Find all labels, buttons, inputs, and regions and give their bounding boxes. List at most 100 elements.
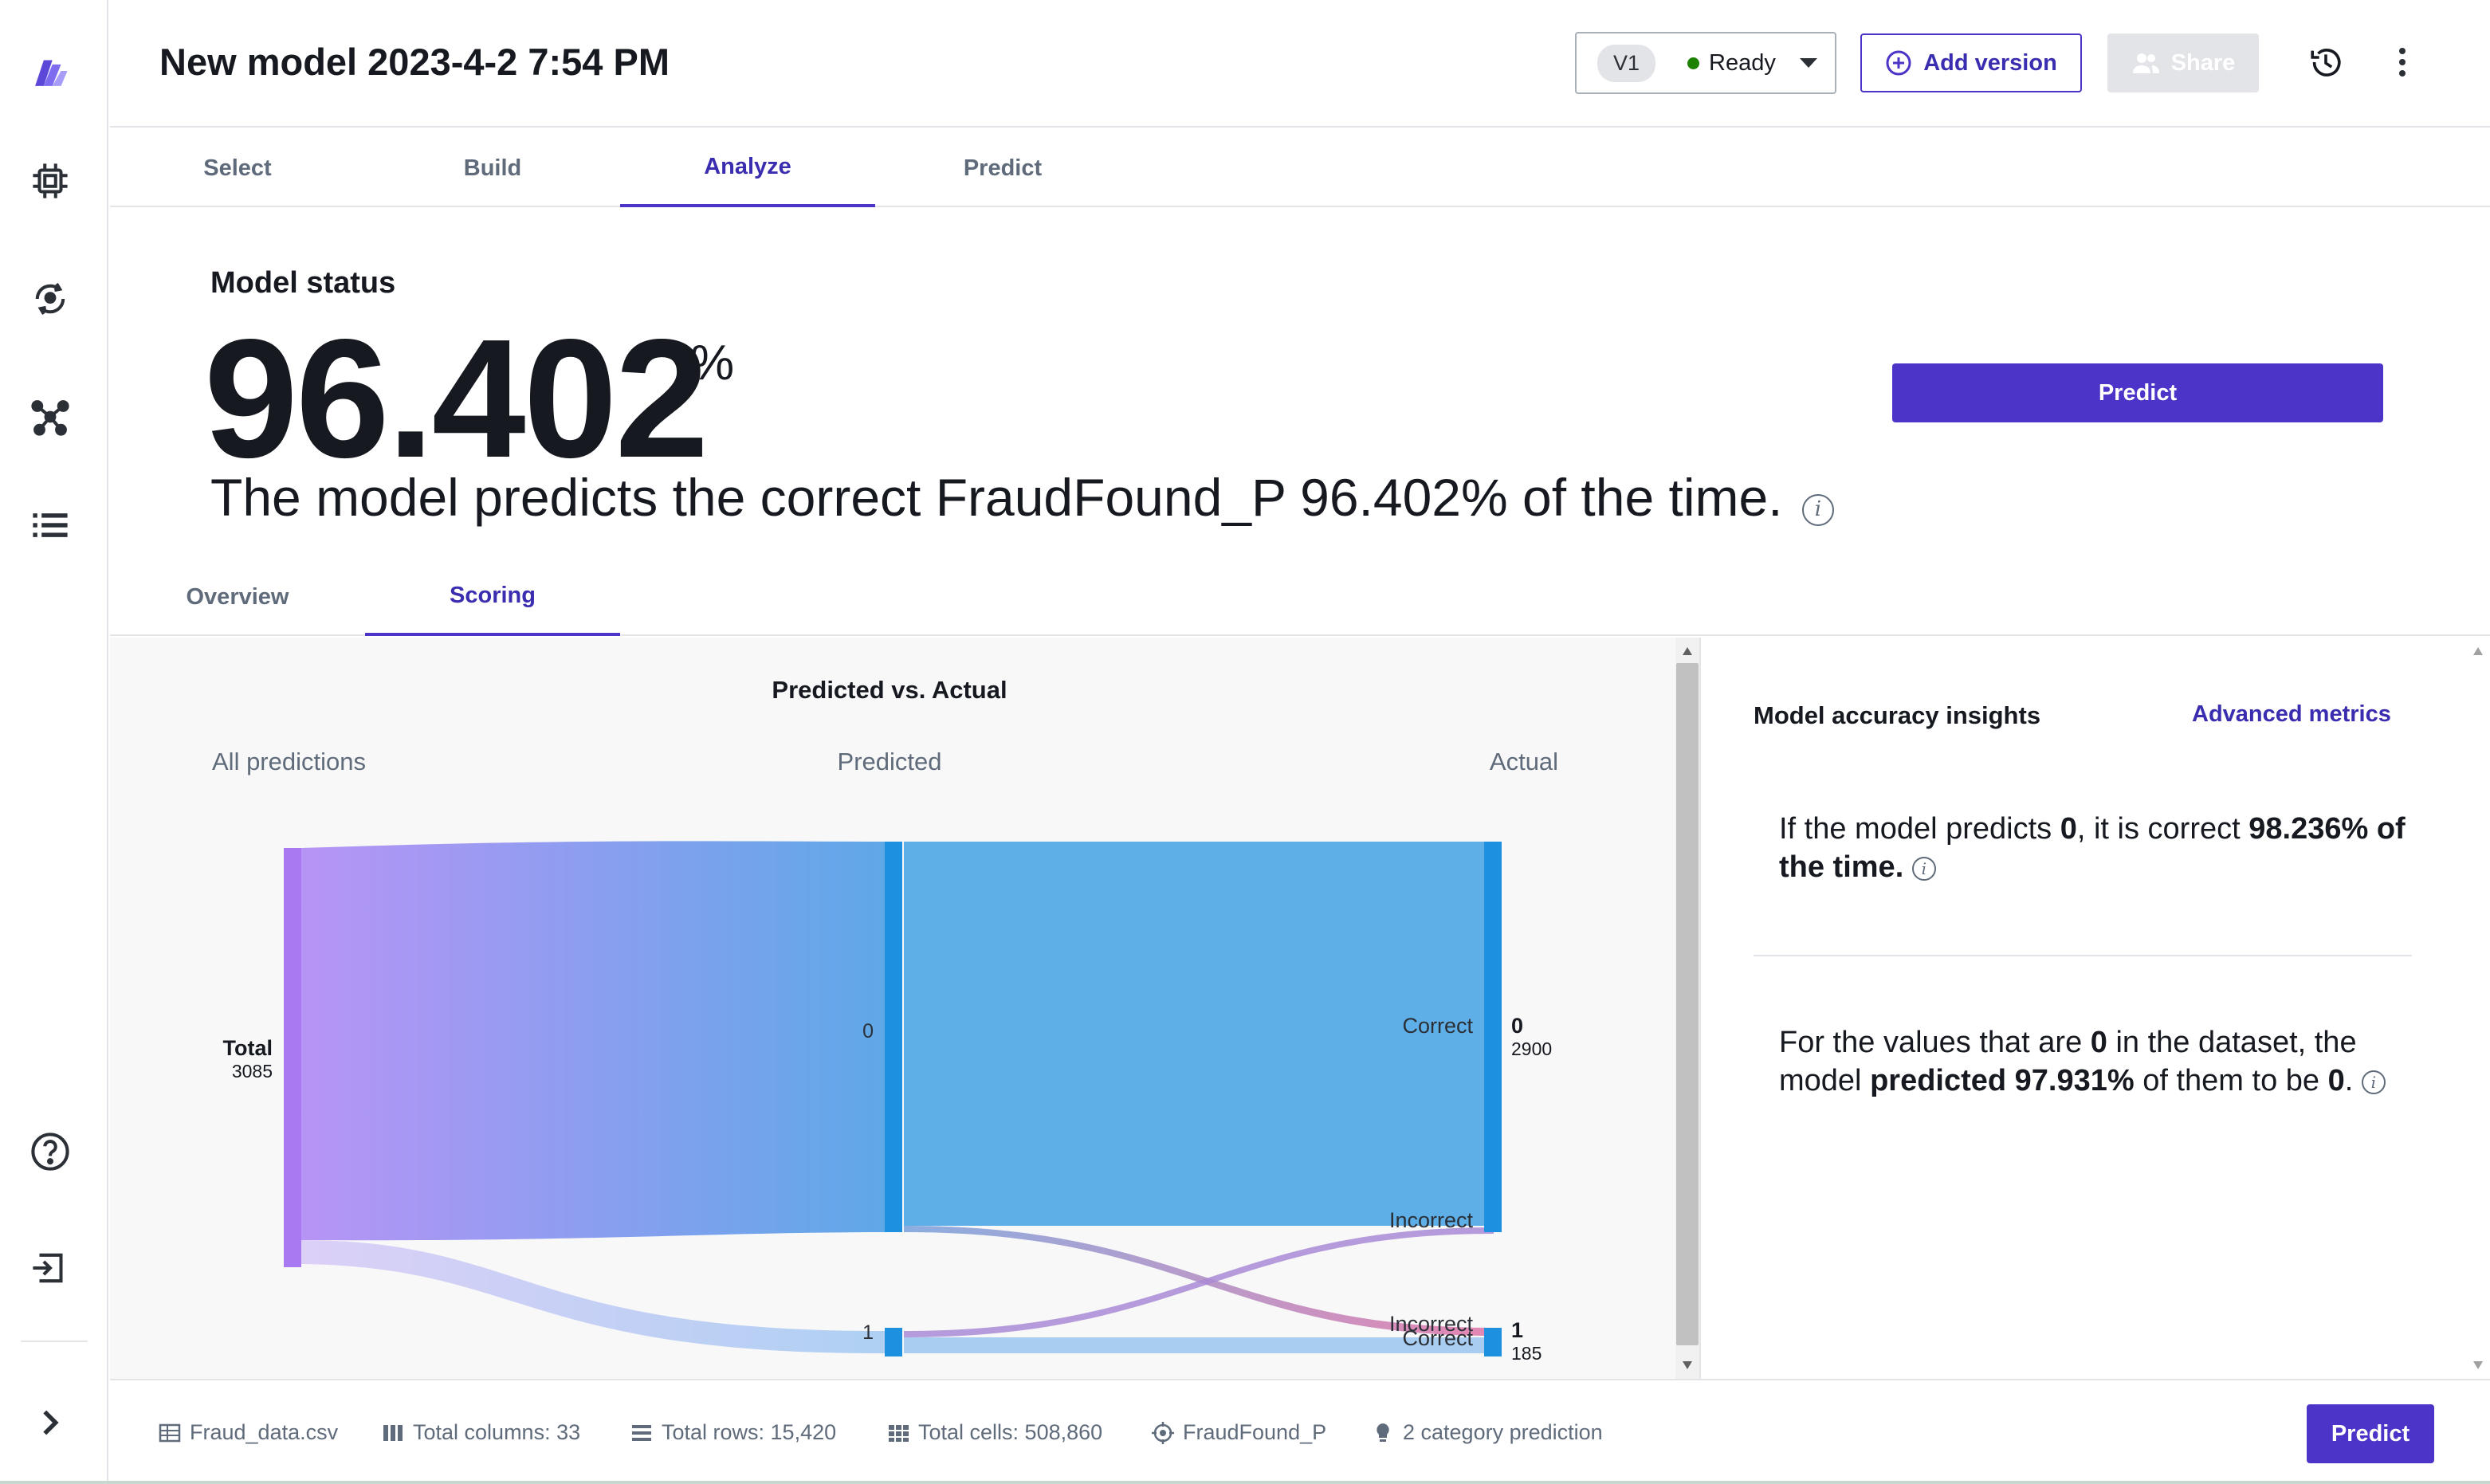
flow-label-correct-0: Correct (1402, 1014, 1473, 1038)
predict-button[interactable]: Predict (1892, 363, 2383, 422)
flow-label-incorrect-0: Incorrect (1389, 1208, 1474, 1232)
flow-label-correct-1: Correct (1402, 1326, 1473, 1350)
footer-rows-label: Total rows: 15,420 (662, 1420, 837, 1444)
scroll-arrows-icon (2473, 647, 2483, 1369)
flow-total-to-1 (301, 1240, 890, 1354)
accuracy-sentence: The model predicts the correct FraudFoun… (210, 467, 1834, 528)
node-actual-1-label: 1 (1511, 1318, 1523, 1342)
node-predicted-0 (885, 842, 902, 1232)
column-header-predicted: Predicted (838, 748, 942, 775)
page-title: New model 2023-4-2 7:54 PM (159, 41, 670, 83)
chip-icon[interactable] (22, 153, 78, 209)
more-vertical-icon[interactable] (2380, 40, 2425, 84)
footer-file-label: Fraud_data.csv (190, 1420, 339, 1444)
sign-out-icon[interactable] (22, 1240, 78, 1296)
chart-scrollbar-thumb[interactable] (1676, 663, 1699, 1345)
footer-file: Fraud_data.csv (158, 1420, 338, 1445)
info-icon[interactable]: i (1801, 494, 1834, 526)
refresh-pin-icon[interactable] (22, 271, 78, 327)
sub-tabs: Overview Scoring (110, 558, 2490, 636)
footer-predict-button[interactable]: Predict (2307, 1404, 2434, 1463)
column-header-actual: Actual (1490, 748, 1558, 775)
sankey-chart: Predicted vs. Actual All predictions Pre… (212, 676, 1558, 1364)
insight2-text-4: . (2344, 1064, 2354, 1097)
node-total-value: 3085 (232, 1061, 273, 1082)
node-actual-0-label: 0 (1511, 1014, 1523, 1038)
chart-title: Predicted vs. Actual (772, 676, 1007, 704)
grid-icon (889, 1424, 909, 1442)
insight2-bold-2: predicted 97.931% (1870, 1064, 2135, 1097)
node-predicted-1 (885, 1328, 902, 1356)
footer-columns: Total columns: 33 (381, 1420, 580, 1445)
header: New model 2023-4-2 7:54 PM V1 Ready Add … (110, 0, 2490, 128)
list-icon[interactable] (22, 497, 78, 553)
node-total-label: Total (223, 1036, 273, 1060)
node-actual-0 (1484, 842, 1502, 1232)
insight-recall: For the values that are 0 in the dataset… (1779, 1023, 2417, 1100)
tab-select[interactable]: Select (110, 129, 365, 207)
caret-down-icon (1799, 58, 1817, 68)
footer-rows: Total rows: 15,420 (630, 1420, 836, 1445)
tab-overview[interactable]: Overview (110, 558, 365, 636)
chart-panel: Predicted vs. Actual All predictions Pre… (110, 638, 1675, 1379)
insight1-text-1: If the model predicts (1779, 812, 2060, 846)
expand-icon[interactable] (22, 1395, 78, 1451)
footer-target-label: FraudFound_P (1183, 1420, 1327, 1444)
insights-panel: Model accuracy insights Advanced metrics… (1701, 638, 2466, 1379)
advanced-metrics-link[interactable]: Advanced metrics (2192, 701, 2391, 728)
columns-icon (383, 1424, 403, 1441)
percent-symbol: % (690, 336, 735, 391)
footer-cells: Total cells: 508,860 (886, 1420, 1102, 1445)
target-icon (1152, 1421, 1174, 1444)
insight1-text-2: , it is correct (2076, 812, 2249, 846)
node-predicted-1-label: 1 (862, 1321, 874, 1344)
window-bottom-edge (0, 1481, 2490, 1484)
tab-build[interactable]: Build (365, 129, 620, 207)
model-status-heading: Model status (210, 266, 396, 300)
info-icon[interactable]: i (2361, 1070, 2386, 1094)
info-icon[interactable]: i (1911, 856, 1936, 881)
node-actual-0-value: 2900 (1511, 1038, 1552, 1059)
footer-bar: Fraud_data.csv Total columns: 33 Total r… (110, 1379, 2490, 1484)
main-tabs: Select Build Analyze Predict (110, 129, 2490, 207)
insight2-bold-3: 0 (2327, 1064, 2345, 1097)
insight2-text-1: For the values that are (1779, 1026, 2091, 1059)
node-actual-1-value: 185 (1511, 1343, 1542, 1364)
logo-icon[interactable] (22, 43, 78, 99)
table-icon (159, 1423, 181, 1442)
node-actual-1 (1484, 1328, 1502, 1356)
accuracy-value: 96.402 (204, 304, 709, 493)
add-version-button[interactable]: Add version (1860, 33, 2082, 92)
insights-divider (1754, 955, 2412, 956)
version-select[interactable]: V1 Ready (1575, 32, 1836, 94)
node-predicted-0-label: 0 (862, 1020, 874, 1042)
insight1-bold-1: 0 (2060, 812, 2077, 846)
sidebar-divider (21, 1341, 88, 1342)
footer-cells-label: Total cells: 508,860 (918, 1420, 1103, 1444)
insights-scrollbar[interactable] (2466, 638, 2490, 1379)
footer-target: FraudFound_P (1151, 1420, 1326, 1445)
help-icon[interactable] (22, 1124, 78, 1180)
users-icon (2132, 53, 2159, 73)
sidebar (0, 0, 108, 1484)
footer-columns-label: Total columns: 33 (413, 1420, 581, 1444)
accuracy-sentence-text: The model predicts the correct FraudFoun… (210, 468, 1783, 527)
tab-analyze[interactable]: Analyze (620, 129, 875, 207)
tab-scoring[interactable]: Scoring (365, 558, 620, 636)
share-button[interactable]: Share (2107, 33, 2259, 92)
share-label: Share (2170, 49, 2236, 76)
lightbulb-icon (1377, 1423, 1389, 1442)
insight2-bold-1: 0 (2090, 1026, 2107, 1059)
insights-title: Model accuracy insights (1754, 701, 2041, 729)
add-version-label: Add version (1923, 49, 2057, 76)
footer-prediction-type-label: 2 category prediction (1403, 1420, 1603, 1444)
status-text: Ready (1709, 49, 1776, 76)
insight-precision: If the model predicts 0, it is correct 9… (1779, 810, 2417, 886)
insight2-text-3: of them to be (2134, 1064, 2328, 1097)
node-total (284, 848, 301, 1267)
status-dot-icon (1687, 57, 1700, 69)
tab-predict[interactable]: Predict (875, 129, 1130, 207)
version-badge: V1 (1597, 44, 1656, 82)
network-icon[interactable] (22, 389, 78, 445)
history-icon[interactable] (2303, 40, 2348, 84)
